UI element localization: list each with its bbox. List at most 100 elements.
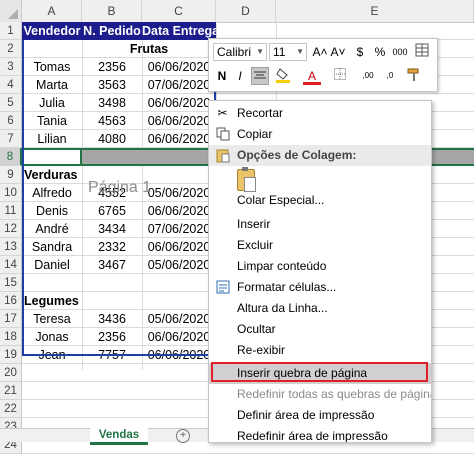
row-header-9[interactable]: 9 (0, 166, 22, 184)
thousands-separator-icon[interactable]: 000 (391, 43, 409, 61)
font-color-icon[interactable]: A (303, 67, 321, 85)
italic-button[interactable]: I (231, 67, 249, 85)
row-header-16[interactable]: 16 (0, 292, 22, 310)
row-header-21[interactable]: 21 (0, 382, 22, 400)
row-header-14[interactable]: 14 (0, 256, 22, 274)
cell-date[interactable]: 06/06/2020 (142, 112, 216, 130)
cell-date[interactable]: 06/06/2020 (142, 58, 216, 76)
menu-item-altura[interactable]: Altura da Linha... (209, 298, 431, 319)
menu-item-formatar[interactable]: Formatar células... (209, 277, 431, 298)
group-title-verduras[interactable]: Verduras (22, 166, 82, 184)
menu-item-redefinir-area[interactable]: Redefinir área de impressão (209, 426, 431, 442)
cell-pedido[interactable]: 2356 (82, 58, 142, 76)
cell-name[interactable]: Alfredo (22, 184, 82, 202)
align-center-icon[interactable] (251, 67, 269, 85)
column-header-b[interactable]: B (82, 0, 142, 22)
menu-item-ocultar[interactable]: Ocultar (209, 319, 431, 340)
header-pedido[interactable]: N. Pedido (82, 22, 142, 40)
menu-item-inserir[interactable]: Inserir (209, 214, 431, 235)
row-header-6[interactable]: 6 (0, 112, 22, 130)
row-header-13[interactable]: 13 (0, 238, 22, 256)
cell-name[interactable]: Tomas (22, 58, 82, 76)
bold-button[interactable]: N (213, 67, 231, 85)
row-header-3[interactable]: 3 (0, 58, 22, 76)
increase-font-icon[interactable]: A˄ (311, 43, 329, 61)
row-header-18[interactable]: 18 (0, 328, 22, 346)
cell-date[interactable]: 05/06/2020 (142, 256, 216, 274)
column-header-a[interactable]: A (22, 0, 82, 22)
cell-pedido[interactable]: 3498 (82, 94, 142, 112)
cell-date[interactable]: 06/06/2020 (142, 202, 216, 220)
row-header-7[interactable]: 7 (0, 130, 22, 148)
cell-pedido[interactable]: 2356 (82, 328, 142, 346)
cell-date[interactable]: 05/06/2020 (142, 310, 216, 328)
format-table-icon[interactable] (413, 43, 431, 61)
cell-date[interactable]: 06/06/2020 (142, 238, 216, 256)
font-name-box[interactable]: Calibri ▼ (213, 43, 267, 61)
menu-item-redefinir-quebras[interactable]: Redefinir todas as quebras de página (209, 384, 431, 405)
cell-date[interactable]: 07/06/2020 (142, 220, 216, 238)
row-header-10[interactable]: 10 (0, 184, 22, 202)
cell-pedido[interactable]: 2332 (82, 238, 142, 256)
cell-name[interactable]: Jean (22, 346, 82, 364)
cell-pedido[interactable]: 3434 (82, 220, 142, 238)
fill-color-icon[interactable] (275, 67, 293, 85)
row-header-12[interactable]: 12 (0, 220, 22, 238)
borders-icon[interactable] (331, 67, 349, 85)
row-header-11[interactable]: 11 (0, 202, 22, 220)
menu-item-excluir[interactable]: Excluir (209, 235, 431, 256)
cell-pedido[interactable]: 3436 (82, 310, 142, 328)
cell-name[interactable]: André (22, 220, 82, 238)
row-header-1[interactable]: 1 (0, 22, 22, 40)
cell-pedido[interactable]: 4080 (82, 130, 142, 148)
cell-name[interactable]: Daniel (22, 256, 82, 274)
row-header-5[interactable]: 5 (0, 94, 22, 112)
cell-date[interactable]: 07/06/2020 (142, 76, 216, 94)
cell-name[interactable]: Sandra (22, 238, 82, 256)
row-header-22[interactable]: 22 (0, 400, 22, 418)
cell-name[interactable]: Marta (22, 76, 82, 94)
row-header-2[interactable]: 2 (0, 40, 22, 58)
cell-name[interactable]: Lilian (22, 130, 82, 148)
menu-item-copiar[interactable]: Copiar (209, 124, 431, 145)
font-size-box[interactable]: 11 ▼ (269, 43, 307, 61)
group-title-legumes[interactable]: Legumes (22, 292, 82, 310)
header-data-entrega[interactable]: Data Entrega (142, 22, 216, 40)
row-header-4[interactable]: 4 (0, 76, 22, 94)
cell-name[interactable]: Denis (22, 202, 82, 220)
decrease-decimal-icon[interactable]: ,00 (359, 67, 377, 85)
currency-icon[interactable]: $ (351, 43, 369, 61)
sheet-tab-vendas[interactable]: Vendas (90, 428, 148, 445)
decrease-font-icon[interactable]: A˅ (329, 43, 347, 61)
cell-date[interactable]: 06/06/2020 (142, 346, 216, 364)
cell-pedido[interactable]: 6765 (82, 202, 142, 220)
cell-pedido[interactable]: 3467 (82, 256, 142, 274)
column-header-c[interactable]: C (142, 0, 216, 22)
menu-item-definir-area[interactable]: Definir área de impressão (209, 405, 431, 426)
column-header-e[interactable]: E (276, 0, 474, 22)
group-title-frutas[interactable]: Frutas (82, 40, 216, 58)
cell-name[interactable]: Jonas (22, 328, 82, 346)
menu-item-recortar[interactable]: ✂ Recortar (209, 103, 431, 124)
increase-decimal-icon[interactable]: ,0 (381, 67, 399, 85)
cell-date[interactable]: 06/06/2020 (142, 94, 216, 112)
cell-date[interactable]: 05/06/2020 (142, 184, 216, 202)
menu-item-reexibir[interactable]: Re-exibir (209, 340, 431, 361)
cell-pedido[interactable]: 7757 (82, 346, 142, 364)
row-header-19[interactable]: 19 (0, 346, 22, 364)
cell-pedido[interactable]: 4563 (82, 112, 142, 130)
cell-name[interactable]: Julia (22, 94, 82, 112)
menu-item-colar-especial[interactable]: Colar Especial... (209, 190, 431, 211)
select-all-corner[interactable] (0, 0, 22, 22)
cell-date[interactable]: 06/06/2020 (142, 328, 216, 346)
cell-date[interactable]: 06/06/2020 (142, 130, 216, 148)
cell-name[interactable]: Tania (22, 112, 82, 130)
cell-name[interactable]: Teresa (22, 310, 82, 328)
row-header-17[interactable]: 17 (0, 310, 22, 328)
row-header-15[interactable]: 15 (0, 274, 22, 292)
row-header-20[interactable]: 20 (0, 364, 22, 382)
menu-item-inserir-quebra[interactable]: Inserir quebra de página (209, 363, 431, 384)
cell-pedido[interactable]: 3563 (82, 76, 142, 94)
row-header-8[interactable]: 8 (0, 148, 22, 166)
menu-item-limpar[interactable]: Limpar conteúdo (209, 256, 431, 277)
